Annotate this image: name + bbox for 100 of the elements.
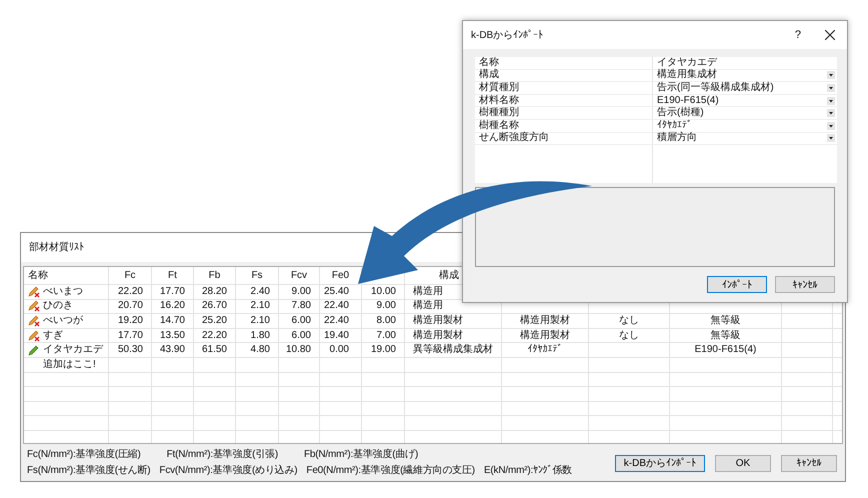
table-cell: 2.40 (250, 286, 270, 297)
table-cell: 構造用製材 (413, 316, 463, 326)
table-cell: 26.70 (202, 301, 227, 312)
table-cell: 無等級 (710, 330, 740, 341)
pencil-cross-icon (28, 286, 40, 298)
table-cell: 22.40 (324, 316, 349, 326)
cancel-button[interactable]: ｷｬﾝｾﾙ (775, 276, 835, 293)
table-cell: 16.20 (160, 301, 185, 312)
add-row-prompt[interactable]: 追加はここ! (43, 360, 96, 370)
table-cell: 2.10 (250, 316, 270, 326)
table-cell: 43.90 (160, 345, 185, 356)
table-cell: 7.00 (376, 330, 396, 341)
dropdown-arrow-icon[interactable] (827, 84, 835, 92)
property-label: 名称 (479, 58, 499, 68)
table-cell: 13.50 (160, 330, 185, 341)
column-header[interactable]: Fb (208, 270, 220, 280)
table-cell: 50.30 (118, 345, 143, 356)
table-cell: 25.40 (324, 286, 349, 297)
property-label: 樹種種別 (479, 108, 519, 118)
table-cell: 22.40 (324, 301, 349, 312)
table-cell: なし (619, 330, 639, 341)
dropdown-arrow-icon[interactable] (827, 96, 835, 105)
table-cell: 7.80 (292, 301, 311, 312)
pencil-cross-icon (28, 300, 40, 312)
table-cell: 61.50 (202, 345, 227, 356)
table-cell: 8.00 (376, 316, 396, 326)
table-cell: 9.00 (376, 301, 396, 312)
pencil-icon (28, 344, 40, 356)
column-header[interactable]: Fe0 (332, 270, 350, 280)
table-cell: ｲﾀﾔｶｴﾃﾞ (528, 345, 562, 356)
table-cell: 2.10 (250, 301, 270, 312)
table-cell: 28.20 (202, 286, 227, 297)
property-label: せん断強度方向 (479, 133, 549, 144)
column-header[interactable]: Fs (251, 270, 263, 280)
legend-text: Fs(N/mm²):基準強度(せん断) (27, 465, 150, 477)
property-value[interactable]: 告示(同一等級構成集成材) (657, 82, 774, 93)
property-label: 樹種名称 (479, 120, 519, 131)
legend-text: Fc(N/mm²):基準強度(圧縮) (27, 449, 141, 461)
table-cell: 22.20 (118, 286, 143, 297)
table-cell: 異等級構成集成材 (413, 345, 493, 356)
material-name[interactable]: べいつが (43, 316, 83, 326)
table-cell: 17.70 (160, 286, 185, 297)
property-value[interactable]: 積層方向 (657, 133, 697, 144)
property-value[interactable]: ｲﾀﾔｶｴﾃﾞ (657, 120, 692, 131)
table-cell: 25.20 (202, 316, 227, 326)
table-cell: 0.00 (330, 345, 349, 356)
column-header[interactable]: Fc (124, 270, 136, 280)
import-button[interactable]: ｲﾝﾎﾟｰﾄ (707, 276, 767, 293)
column-header[interactable]: Fcv (290, 270, 308, 280)
pencil-cross-icon (28, 330, 40, 342)
table-cell: 9.00 (292, 286, 311, 297)
table-cell: 19.00 (370, 345, 396, 356)
table-cell: 構造用 (413, 286, 443, 297)
legend-text: Fb(N/mm²):基準強度(曲げ) (304, 449, 418, 461)
legend-text: Ft(N/mm²):基準強度(引張) (166, 449, 278, 461)
table-cell: 無等級 (710, 316, 740, 326)
table-cell: 17.70 (118, 330, 143, 341)
table-cell: 構造用製材 (520, 330, 570, 341)
column-header[interactable]: Ft (168, 270, 177, 280)
table-cell: 1.80 (250, 330, 270, 341)
column-header[interactable]: 構成 (439, 270, 459, 280)
material-name[interactable]: ひのき (43, 301, 73, 312)
property-value[interactable]: イタヤカエデ (657, 58, 717, 68)
table-cell: 6.00 (292, 316, 311, 326)
table-cell: 構造用製材 (520, 316, 570, 326)
column-header[interactable]: 名称 (28, 270, 48, 280)
dropdown-arrow-icon[interactable] (827, 122, 835, 130)
help-button[interactable]: ? (794, 29, 801, 41)
table-cell: なし (619, 316, 639, 326)
property-label: 材質種別 (479, 82, 519, 93)
property-value[interactable]: 構造用集成材 (657, 70, 717, 80)
table-cell: 19.40 (324, 330, 349, 341)
legend-text: E(kN/mm²):ﾔﾝｸﾞ係数 (484, 465, 572, 477)
table-cell: 19.20 (118, 316, 143, 326)
material-name[interactable]: すぎ (43, 330, 63, 341)
cancel-button[interactable]: ｷｬﾝｾﾙ (781, 454, 837, 472)
dropdown-arrow-icon[interactable] (827, 134, 835, 142)
table-cell: 20.70 (118, 301, 143, 312)
dropdown-arrow-icon[interactable] (827, 109, 835, 118)
import-button[interactable]: k-DBからｲﾝﾎﾟｰﾄ (614, 454, 705, 472)
ok-button[interactable]: OK (715, 454, 771, 472)
dialog-title: k-DBからｲﾝﾎﾟｰﾄ (471, 28, 544, 42)
property-label: 材料名称 (479, 96, 519, 106)
material-name[interactable]: イタヤカエデ (43, 345, 103, 356)
table-cell: 10.00 (370, 286, 396, 297)
table-cell: 構造用製材 (413, 330, 463, 341)
property-value[interactable]: 告示(樹種) (657, 108, 704, 118)
table-cell: 14.70 (160, 316, 185, 326)
dropdown-arrow-icon[interactable] (827, 71, 835, 80)
legend-text: Fcv(N/mm²):基準強度(めり込み) (159, 465, 298, 477)
table-cell: 22.20 (202, 330, 227, 341)
table-cell: 10.80 (286, 345, 311, 356)
material-name[interactable]: べいまつ (43, 286, 83, 297)
table-cell: E190-F615(4) (694, 345, 756, 356)
property-value[interactable]: E190-F615(4) (657, 96, 719, 106)
table-cell: 4.80 (250, 345, 270, 356)
table-cell: 構造用 (413, 301, 443, 312)
property-label: 構成 (479, 70, 499, 80)
table-cell: 6.00 (292, 330, 311, 341)
close-icon[interactable] (825, 30, 835, 40)
